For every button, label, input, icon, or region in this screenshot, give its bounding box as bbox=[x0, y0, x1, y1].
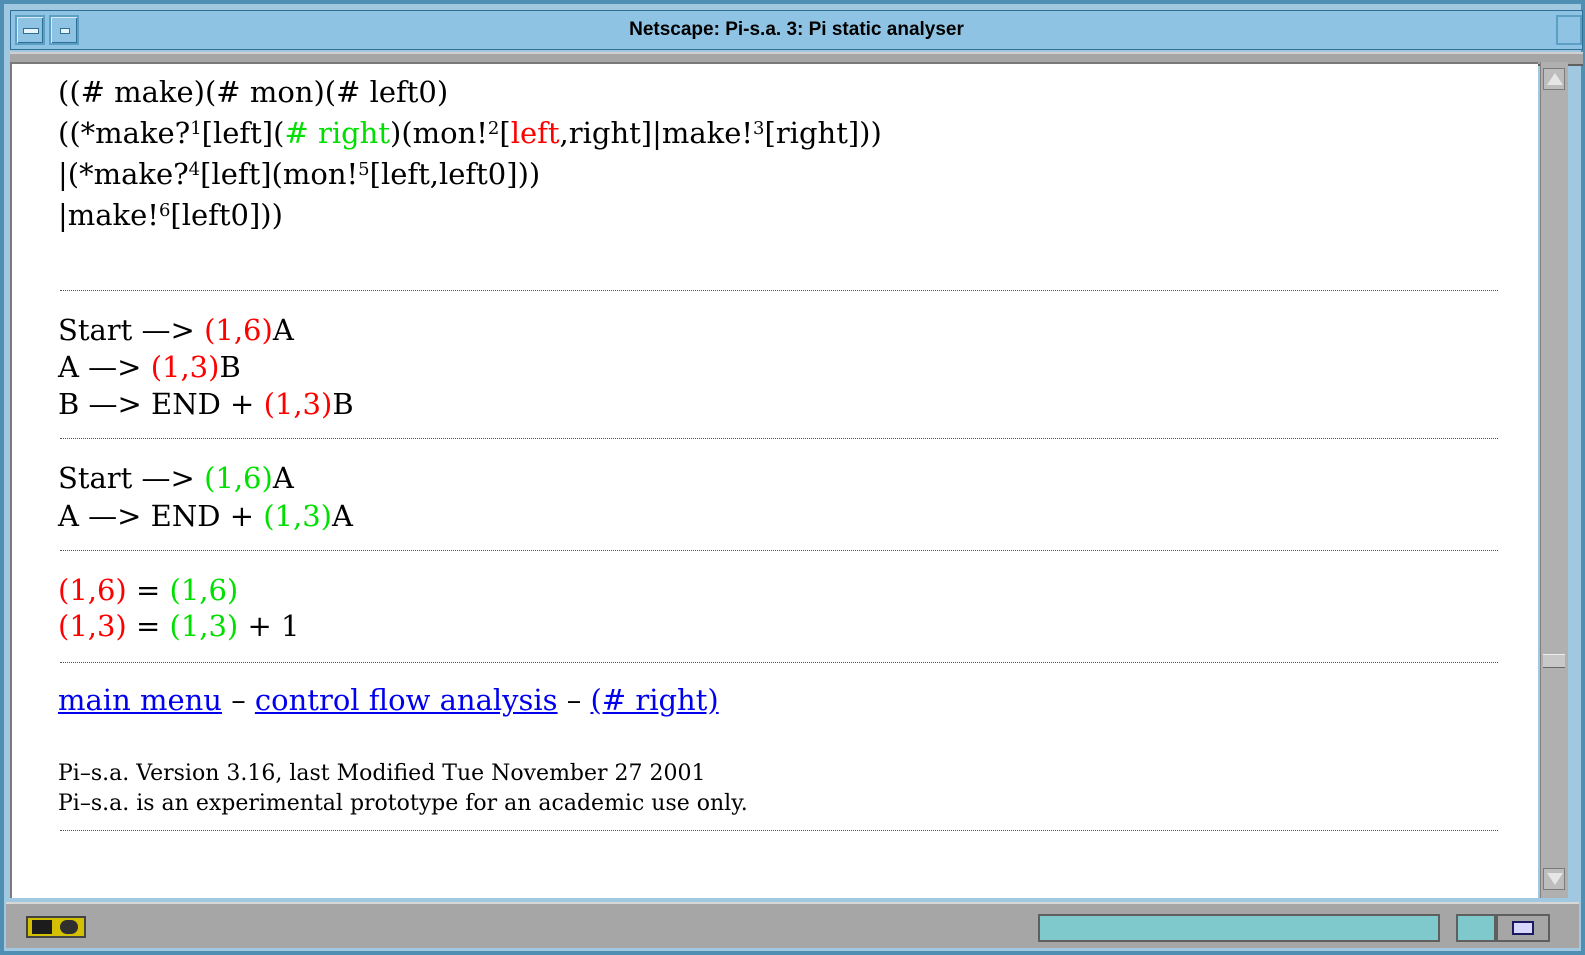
grammar-red-rule-1: Start —> (1,6)A bbox=[58, 313, 294, 347]
maximize-button[interactable] bbox=[1556, 15, 1582, 45]
divider bbox=[60, 438, 1498, 439]
footer-version: Pi–s.a. Version 3.16, last Modified Tue … bbox=[58, 761, 706, 786]
process-line-3: |(*make?4[left](mon!5[left,left0])) bbox=[58, 157, 541, 191]
process-line-4: |make!6[left0])) bbox=[58, 198, 283, 232]
footer-disclaimer: Pi–s.a. is an experimental prototype for… bbox=[58, 791, 748, 816]
equation-2: (1,3) = (1,3) + 1 bbox=[58, 609, 300, 643]
arrow-down-icon bbox=[1547, 873, 1563, 885]
nav-links: main menu – control flow analysis – (# r… bbox=[58, 683, 719, 717]
page-content: ((# make)(# mon)(# left0) ((*make?1[left… bbox=[10, 62, 1538, 898]
divider bbox=[60, 290, 1498, 291]
scroll-down-button[interactable] bbox=[1543, 868, 1565, 890]
title-bar[interactable]: Netscape: Pi-s.a. 3: Pi static analyser bbox=[10, 10, 1583, 50]
security-status-icon[interactable] bbox=[26, 916, 86, 938]
grammar-red-rule-3: B —> END + (1,3)B bbox=[58, 387, 354, 421]
mail-icon bbox=[1512, 921, 1534, 935]
window-title: Netscape: Pi-s.a. 3: Pi static analyser bbox=[629, 19, 964, 40]
grammar-green-rule-2: A —> END + (1,3)A bbox=[58, 499, 353, 533]
process-line-1: ((# make)(# mon)(# left0) bbox=[58, 75, 449, 109]
arrow-up-icon bbox=[1547, 73, 1563, 85]
process-line-2: ((*make?1[left](# right)(mon!2[left,righ… bbox=[58, 116, 882, 150]
status-bar bbox=[6, 902, 1579, 948]
scroll-up-button[interactable] bbox=[1543, 68, 1565, 90]
divider bbox=[60, 550, 1498, 551]
main-menu-link[interactable]: main menu bbox=[58, 683, 222, 717]
grammar-green-rule-1: Start —> (1,6)A bbox=[58, 461, 294, 495]
progress-bar bbox=[1038, 914, 1440, 942]
control-flow-analysis-link[interactable]: control flow analysis bbox=[255, 683, 558, 717]
status-indicator bbox=[1456, 914, 1496, 942]
equation-1: (1,6) = (1,6) bbox=[58, 573, 239, 607]
scroll-thumb[interactable] bbox=[1543, 654, 1565, 668]
divider bbox=[60, 830, 1498, 831]
mail-button[interactable] bbox=[1496, 914, 1550, 942]
grammar-red-rule-2: A —> (1,3)B bbox=[58, 350, 241, 384]
vertical-scrollbar[interactable] bbox=[1540, 62, 1568, 898]
divider bbox=[60, 662, 1498, 663]
right-channel-link[interactable]: (# right) bbox=[591, 683, 719, 717]
